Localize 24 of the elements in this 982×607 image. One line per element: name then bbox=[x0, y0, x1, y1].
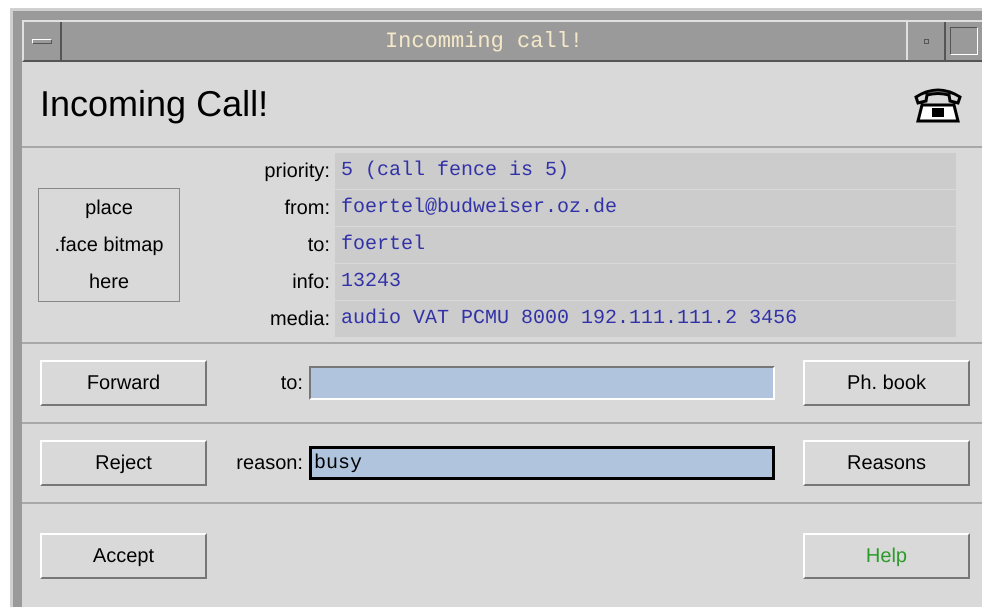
text-field[interactable] bbox=[309, 366, 775, 400]
placeholder-text: .face bitmap bbox=[54, 232, 164, 258]
field-label: priority: bbox=[263, 159, 331, 184]
dialog-button[interactable]: Forward bbox=[40, 360, 207, 406]
field-value: foertel@budweiser.oz.de bbox=[335, 190, 956, 226]
field-label: reason: bbox=[235, 451, 304, 476]
field-label: from: bbox=[283, 196, 331, 221]
dialog-heading: Incoming Call! bbox=[40, 82, 268, 126]
text-field[interactable]: busy bbox=[309, 446, 775, 480]
dialog-button[interactable]: Ph. book bbox=[803, 360, 970, 406]
field-value: 13243 bbox=[335, 264, 956, 300]
field-value: foertel bbox=[335, 227, 956, 263]
field-value: 5 (call fence is 5) bbox=[335, 153, 956, 189]
field-label: to: bbox=[306, 233, 331, 258]
placeholder-text: here bbox=[88, 270, 130, 294]
window-title: Incomming call! bbox=[384, 28, 584, 56]
field-label: media: bbox=[268, 307, 331, 332]
field-label: info: bbox=[291, 270, 331, 295]
field-value: audio VAT PCMU 8000 192.111.111.2 3456 bbox=[335, 301, 956, 337]
field-label: to: bbox=[280, 371, 304, 396]
dialog-button[interactable]: Accept bbox=[40, 532, 207, 578]
placeholder-text: place bbox=[85, 196, 133, 220]
dialog-button[interactable]: Reasons bbox=[803, 440, 970, 486]
dialog-button[interactable]: Reject bbox=[40, 440, 207, 486]
